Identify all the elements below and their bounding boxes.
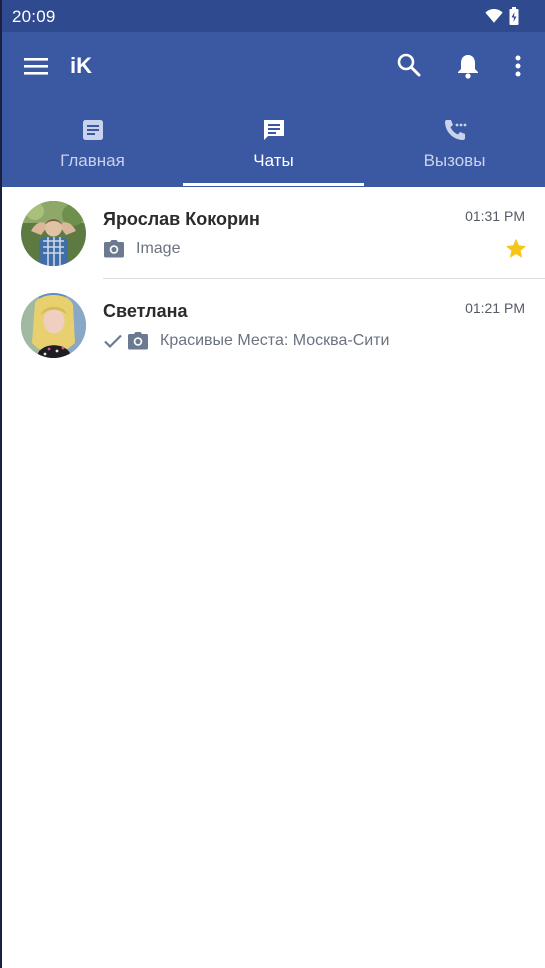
chat-icon xyxy=(263,120,284,140)
phone-icon xyxy=(444,120,466,140)
status-bar: 20:09 xyxy=(2,0,545,32)
chat-item[interactable]: Ярослав Кокорин 01:31 PM Image xyxy=(2,187,545,279)
chat-preview-text: Красивые Места: Москва-Сити xyxy=(160,332,390,349)
avatar xyxy=(21,293,86,358)
status-icons xyxy=(485,7,519,25)
camera-icon xyxy=(104,240,124,258)
chat-preview: Image xyxy=(103,239,180,259)
tab-calls[interactable]: Вызовы xyxy=(364,110,545,187)
document-icon xyxy=(82,120,103,140)
app-title: iK xyxy=(70,53,92,78)
check-icon xyxy=(104,334,122,349)
tab-bar: Главная Чаты Вызовы xyxy=(2,110,545,187)
avatar xyxy=(21,201,86,266)
tab-home[interactable]: Главная xyxy=(2,110,183,187)
more-vert-icon[interactable] xyxy=(506,52,530,80)
menu-icon[interactable] xyxy=(23,54,49,78)
camera-icon xyxy=(128,332,148,350)
tab-home-label: Главная xyxy=(60,151,125,170)
star-icon[interactable] xyxy=(504,237,528,261)
chat-time: 01:31 PM xyxy=(465,208,525,224)
tab-indicator xyxy=(183,183,364,186)
tab-calls-label: Вызовы xyxy=(423,151,486,170)
wifi-icon xyxy=(485,8,503,23)
tab-chats[interactable]: Чаты xyxy=(183,110,364,187)
chat-name: Светлана xyxy=(103,301,188,321)
tab-chats-label: Чаты xyxy=(253,151,294,170)
chat-name: Ярослав Кокорин xyxy=(103,209,260,229)
battery-icon xyxy=(509,7,519,25)
chat-preview-text: Image xyxy=(136,240,181,257)
chat-preview: Красивые Места: Москва-Сити xyxy=(103,331,389,351)
app-bar: iK Главная Чаты Вызовы xyxy=(2,32,545,187)
chat-item[interactable]: Светлана 01:21 PM Красивые Места: Москва… xyxy=(2,279,545,371)
bell-icon[interactable] xyxy=(455,52,481,80)
chat-list: Ярослав Кокорин 01:31 PM Image Светлана … xyxy=(2,187,545,371)
app-screen: 20:09 iK Главная Чаты Вызовы Ярослав Кок… xyxy=(2,0,545,968)
chat-time: 01:21 PM xyxy=(465,300,525,316)
status-time: 20:09 xyxy=(12,7,56,26)
search-icon[interactable] xyxy=(396,52,422,78)
